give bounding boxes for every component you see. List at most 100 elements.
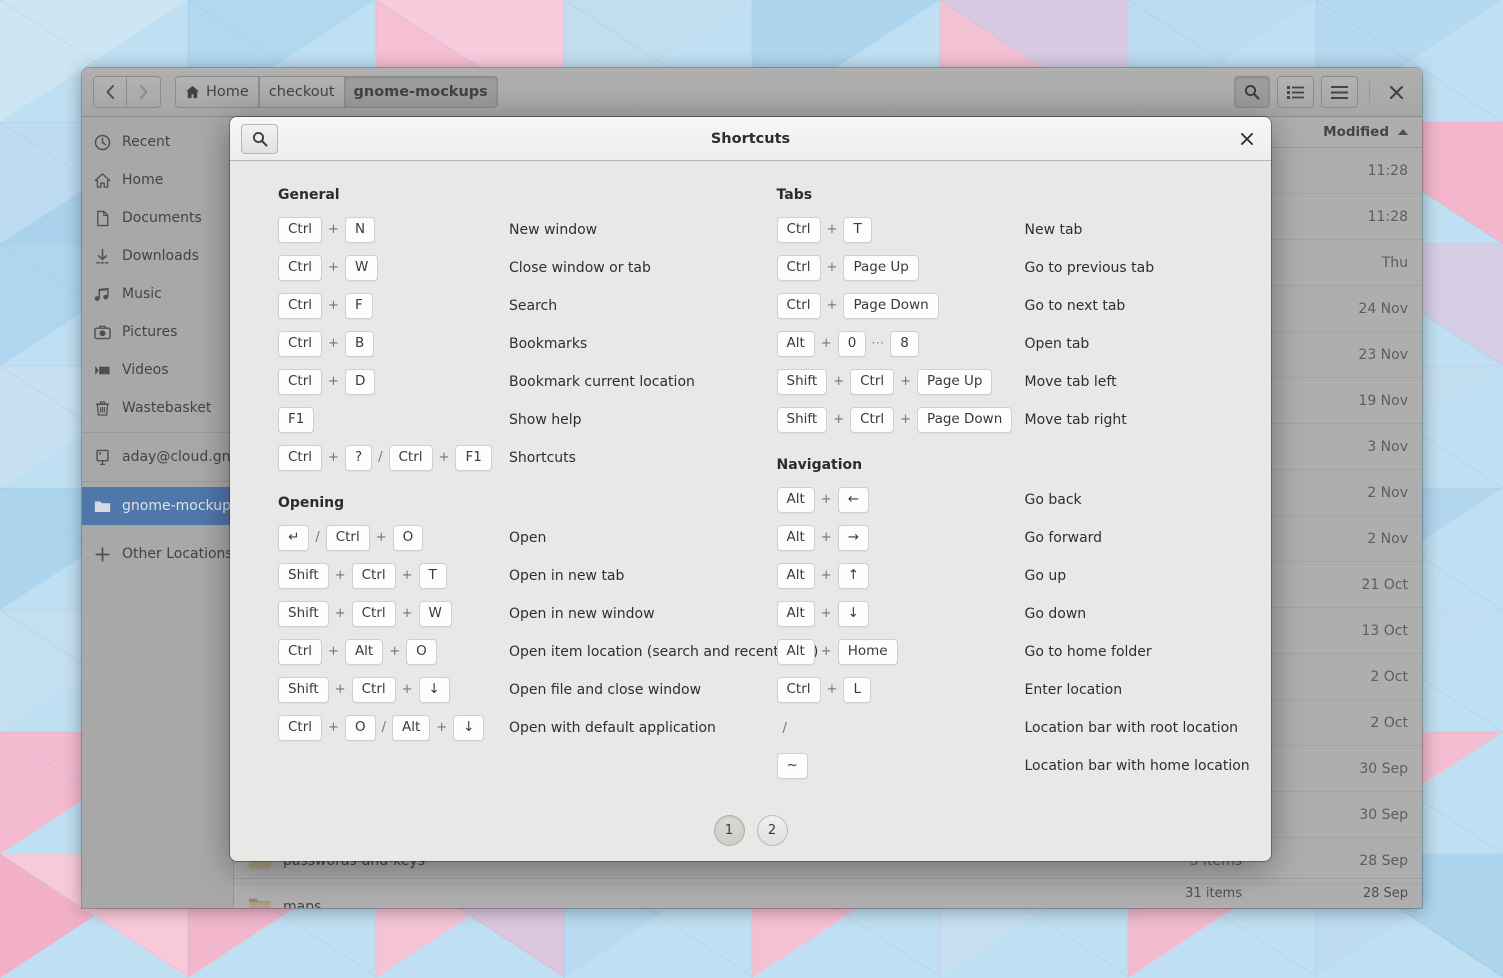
shortcut-key: Ctrl xyxy=(776,676,821,704)
shortcut-key: F1 xyxy=(455,444,492,472)
shortcut-keys: Ctrl + Alt + O xyxy=(278,638,509,666)
sidebar-item-pictures[interactable]: Pictures xyxy=(82,313,233,351)
shortcut-key: ↓ xyxy=(418,676,450,704)
shortcut-description: Location bar with home location xyxy=(1024,758,1250,774)
shortcut-row: Alt + ← Go back xyxy=(753,481,1248,519)
shortcut-key-joiner: + xyxy=(826,298,838,314)
shortcut-key: O xyxy=(344,714,376,742)
header-separator xyxy=(1369,81,1370,103)
pagination-page-1[interactable]: 1 xyxy=(713,814,745,846)
shortcut-row: Alt + → Go forward xyxy=(753,519,1248,557)
shortcut-key: Ctrl xyxy=(850,406,895,434)
sidebar-item-music[interactable]: Music xyxy=(82,275,233,313)
shortcut-key-joiner: + xyxy=(328,374,339,390)
shortcut-key: Shift xyxy=(278,562,329,590)
shortcut-key-joiner: + xyxy=(820,492,832,508)
sidebar-item-videos[interactable]: Videos xyxy=(82,351,233,389)
sidebar-item-downloads[interactable]: Downloads xyxy=(82,237,233,275)
shortcut-key-joiner: + xyxy=(401,606,413,622)
shortcut-row: Alt + ↑ Go up xyxy=(753,557,1248,595)
shortcut-keys: Ctrl + Page Up xyxy=(776,254,1025,282)
shortcut-key-joiner: + xyxy=(900,374,912,390)
shortcut-key: T xyxy=(418,562,447,590)
shortcut-key: Alt xyxy=(344,638,384,666)
sidebar-item-home[interactable]: Home xyxy=(82,161,233,199)
forward-button[interactable] xyxy=(127,76,161,108)
shortcut-keys: / xyxy=(777,721,1025,736)
sidebar-item-other-locations[interactable]: Other Locations xyxy=(82,535,233,573)
back-button[interactable] xyxy=(93,76,127,108)
shortcuts-close-button[interactable] xyxy=(1234,126,1260,152)
sidebar-divider xyxy=(82,481,233,482)
shortcuts-column-right: Tabs Ctrl + T New tab Ctrl + Page Up Go to previ… xyxy=(751,187,1250,799)
shortcut-key-joiner: + xyxy=(826,222,838,238)
shortcuts-search-button[interactable] xyxy=(241,123,278,154)
shortcut-key: Ctrl xyxy=(776,216,821,244)
sidebar-item-label: Wastebasket xyxy=(122,400,212,416)
shortcut-keys: Ctrl + N xyxy=(278,216,509,244)
shortcut-key-joiner: + xyxy=(334,606,346,622)
shortcut-keys: ↵ / Ctrl + O xyxy=(278,524,509,552)
shortcut-key: Shift xyxy=(278,600,329,628)
music-note-icon xyxy=(94,287,109,301)
breadcrumb-item-checkout[interactable]: checkout xyxy=(258,76,345,108)
shortcut-key-joiner: + xyxy=(820,606,832,622)
shortcut-key: Ctrl xyxy=(325,524,370,552)
sidebar-item-recent[interactable]: Recent xyxy=(82,123,233,161)
shortcut-key: ↑ xyxy=(837,562,869,590)
shortcut-key: Ctrl xyxy=(278,216,323,244)
shortcut-keys: Alt + ← xyxy=(776,486,1025,514)
shortcut-key: Ctrl xyxy=(278,638,323,666)
shortcut-key: Ctrl xyxy=(278,254,323,282)
sidebar: Recent Home Documents Downloads Music Pi… xyxy=(82,117,289,908)
view-list-button[interactable] xyxy=(1277,76,1314,108)
shortcut-keys: Alt + Home xyxy=(776,638,1025,666)
shortcut-key: W xyxy=(418,600,452,628)
shortcut-key: F1 xyxy=(278,406,315,434)
breadcrumb-item-home[interactable]: Home xyxy=(175,76,259,108)
shortcut-key: Ctrl xyxy=(351,600,396,628)
shortcut-key-joiner: + xyxy=(438,450,450,466)
file-list-status-bar: 31 items 28 Sep xyxy=(234,878,1422,908)
breadcrumb-label: Home xyxy=(206,84,249,100)
sidebar-item-network-share[interactable]: aday@cloud.gnome.org xyxy=(82,438,289,476)
shortcut-key: Shift xyxy=(776,406,828,434)
shortcut-keys: Alt + ↑ xyxy=(776,562,1025,590)
shortcut-key-joiner: + xyxy=(328,260,339,276)
shortcut-row: F1 Show help xyxy=(254,401,749,439)
shortcut-key-joiner: + xyxy=(389,644,401,660)
breadcrumb-item-gnome-mockups[interactable]: gnome-mockups xyxy=(344,76,498,108)
shortcut-key-joiner: + xyxy=(328,720,339,736)
shortcut-description: Go to home folder xyxy=(1024,644,1152,660)
sidebar-item-documents[interactable]: Documents xyxy=(82,199,233,237)
shortcut-keys: ~ xyxy=(776,752,1025,780)
shortcut-key: Alt xyxy=(776,524,815,552)
window-close-button[interactable] xyxy=(1381,77,1411,107)
sidebar-item-label: Other Locations xyxy=(122,546,233,562)
menu-button[interactable] xyxy=(1321,76,1358,108)
shortcut-key: Shift xyxy=(776,368,828,396)
shortcuts-column-left: General Ctrl + N New window Ctrl + W Close windo… xyxy=(252,187,818,799)
sidebar-item-label: Recent xyxy=(122,134,171,150)
pagination-page-2[interactable]: 2 xyxy=(756,814,788,846)
shortcut-keys: Alt +0 ⋯ 8 xyxy=(776,330,1025,358)
plus-icon xyxy=(95,546,110,562)
sidebar-item-wastebasket[interactable]: Wastebasket xyxy=(82,389,233,427)
shortcut-description: Open in new window xyxy=(509,606,655,622)
list-view-icon xyxy=(1287,86,1304,99)
sidebar-item-gnome-mockups[interactable]: gnome-mockups xyxy=(82,487,238,525)
shortcut-key: Ctrl xyxy=(278,330,323,358)
shortcut-description: Move tab right xyxy=(1024,412,1127,428)
shortcut-key: 8 xyxy=(890,330,919,358)
shortcut-description: Open in new tab xyxy=(509,568,625,584)
files-header-bar: Home checkout gnome-mockups xyxy=(82,68,1422,117)
shortcut-key-joiner: + xyxy=(334,568,346,584)
shortcut-key: B xyxy=(344,330,375,358)
shortcut-keys: Shift + Ctrl + W xyxy=(278,600,509,628)
shortcut-key-joiner: + xyxy=(328,222,339,238)
shortcut-description: Location bar with root location xyxy=(1024,720,1239,736)
shortcuts-dialog: Shortcuts General Ctrl + N New window Ctrl + W C… xyxy=(230,117,1271,861)
shortcut-key-joiner: + xyxy=(375,530,387,546)
search-button[interactable] xyxy=(1234,76,1270,108)
chevron-left-icon xyxy=(106,85,114,99)
